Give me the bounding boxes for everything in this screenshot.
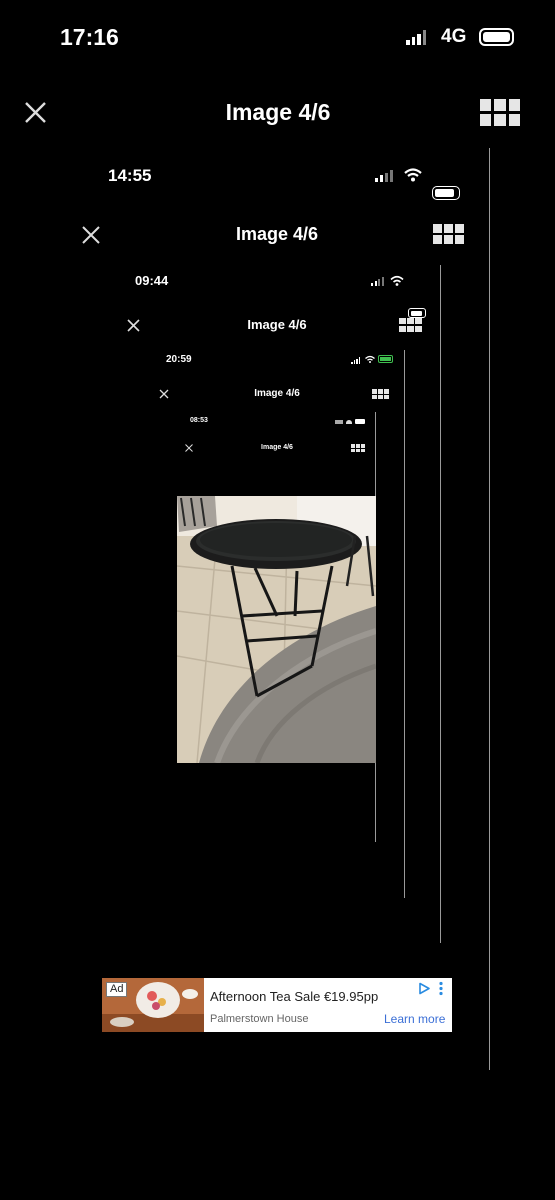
wifi-icon [404, 168, 422, 182]
status-time: 09:44 [135, 273, 169, 288]
network-label: 4G [441, 26, 467, 47]
battery-icon [479, 28, 514, 46]
close-icon[interactable] [185, 444, 193, 452]
wifi-icon [365, 355, 375, 363]
product-photo[interactable] [177, 496, 376, 763]
signal-icon [351, 357, 360, 364]
signal-icon [375, 170, 393, 182]
close-icon[interactable] [24, 101, 47, 124]
wifi-icon [390, 275, 404, 286]
grid-icon[interactable] [399, 318, 422, 332]
signal-icon [406, 30, 426, 45]
status-time: 17:16 [60, 24, 119, 50]
ad-badge: Ad [106, 982, 128, 997]
ad-banner[interactable]: Ad Afternoon Tea Sale €19.95pp Palmersto… [102, 978, 452, 1032]
scroll-divider [489, 148, 490, 1070]
close-icon[interactable] [82, 226, 100, 244]
battery-icon [432, 186, 460, 200]
page-title: Image 4/6 [254, 388, 300, 399]
battery-icon [408, 308, 426, 318]
status-time: 20:59 [166, 354, 192, 365]
status-icons [335, 419, 367, 424]
more-vertical-icon[interactable] [438, 981, 444, 996]
status-time: 14:55 [108, 166, 152, 185]
page-title: Image 4/6 [235, 224, 319, 244]
battery-icon [378, 355, 393, 363]
ad-headline[interactable]: Afternoon Tea Sale €19.95pp [210, 989, 378, 1004]
close-icon[interactable] [127, 319, 140, 332]
page-title: Image 4/6 [225, 99, 331, 125]
page-title: Image 4/6 [261, 444, 293, 451]
scroll-divider [404, 350, 405, 898]
signal-icon [371, 277, 384, 286]
grid-icon[interactable] [372, 389, 389, 399]
close-icon[interactable] [159, 389, 169, 399]
ad-cta-button[interactable]: Learn more [384, 1012, 445, 1026]
adchoices-icon[interactable] [418, 982, 431, 995]
page-title: Image 4/6 [247, 317, 307, 332]
grid-icon[interactable] [480, 99, 520, 126]
ad-advertiser: Palmerstown House [210, 1013, 309, 1025]
grid-icon[interactable] [433, 224, 464, 244]
grid-icon[interactable] [351, 444, 365, 452]
status-time: 08:53 [190, 417, 208, 424]
scroll-divider [440, 265, 441, 943]
